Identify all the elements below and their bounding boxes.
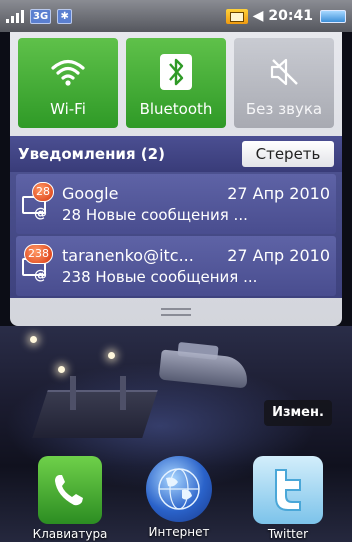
notification-date: 27 Апр 2010 (227, 184, 330, 203)
toggle-label: Bluetooth (139, 100, 213, 118)
app-internet[interactable]: Интернет (137, 456, 221, 542)
phone-screen: Измен. Клавиатура Интернет Twitter 3G ✱ … (0, 0, 352, 542)
silent-toggle[interactable]: Без звука (234, 38, 334, 128)
app-label: Интернет (148, 525, 210, 539)
notifications-title: Уведомления (2) (18, 145, 165, 163)
notifications-header: Уведомления (2) Стереть (10, 136, 342, 172)
bluetooth-status-icon: ✱ (57, 8, 73, 24)
pier-post (120, 376, 126, 410)
battery-icon (320, 9, 346, 23)
pier-image (32, 390, 158, 438)
panel-drag-handle[interactable] (10, 298, 342, 326)
edit-button[interactable]: Измен. (264, 400, 332, 426)
unread-count-badge: 28 (32, 182, 54, 202)
app-keypad[interactable]: Клавиатура (28, 456, 112, 542)
3g-icon: 3G (30, 8, 52, 24)
email-icon: @ 28 (20, 182, 60, 226)
light-spot (30, 336, 37, 343)
email-icon: @ 238 (20, 244, 60, 288)
notification-item-taranenko[interactable]: @ 238 taranenko@itc... 27 Апр 2010 238 Н… (16, 236, 336, 296)
pier-post (70, 376, 76, 410)
boat-image (158, 349, 250, 389)
notification-text: Google 27 Апр 2010 28 Новые сообщения ..… (60, 184, 336, 224)
notification-sender: taranenko@itc... (62, 246, 194, 265)
light-spot (108, 352, 115, 359)
status-right: ◀ 20:41 (225, 8, 346, 24)
wifi-icon (50, 48, 86, 96)
app-twitter[interactable]: Twitter (246, 456, 330, 542)
status-bar[interactable]: 3G ✱ ◀ 20:41 (0, 0, 352, 32)
wifi-toggle[interactable]: Wi-Fi (18, 38, 118, 128)
clear-button[interactable]: Стереть (242, 141, 334, 167)
app-label: Twitter (267, 527, 309, 541)
phone-icon (38, 456, 102, 524)
speaker-icon: ◀ (252, 8, 264, 24)
globe-icon (146, 456, 212, 522)
bluetooth-toggle[interactable]: Bluetooth (126, 38, 226, 128)
handle-grip-icon (161, 308, 191, 316)
notification-icon (225, 8, 248, 24)
notification-sender: Google (62, 184, 119, 203)
signal-icon (6, 9, 24, 23)
notification-panel: Wi-Fi Bluetooth Без звука Уведомления (2… (10, 32, 342, 326)
notification-text: taranenko@itc... 27 Апр 2010 238 Новые с… (60, 246, 336, 286)
notification-list: @ 28 Google 27 Апр 2010 28 Новые сообщен… (10, 172, 342, 298)
quick-toggles: Wi-Fi Bluetooth Без звука (18, 38, 334, 128)
clock: 20:41 (268, 8, 313, 24)
bluetooth-icon (159, 48, 193, 96)
notification-item-google[interactable]: @ 28 Google 27 Апр 2010 28 Новые сообщен… (16, 174, 336, 234)
app-dock: Клавиатура Интернет Twitter (0, 456, 352, 542)
unread-count-badge: 238 (24, 244, 53, 264)
app-label: Клавиатура (32, 527, 108, 541)
notification-summary: 28 Новые сообщения ... (62, 206, 248, 224)
toggle-label: Wi-Fi (50, 100, 86, 118)
toggle-label: Без звука (245, 100, 323, 118)
mute-icon (267, 48, 301, 96)
twitter-icon (253, 456, 323, 524)
light-spot (58, 366, 65, 373)
notification-summary: 238 Новые сообщения ... (62, 268, 258, 286)
notification-date: 27 Апр 2010 (227, 246, 330, 265)
